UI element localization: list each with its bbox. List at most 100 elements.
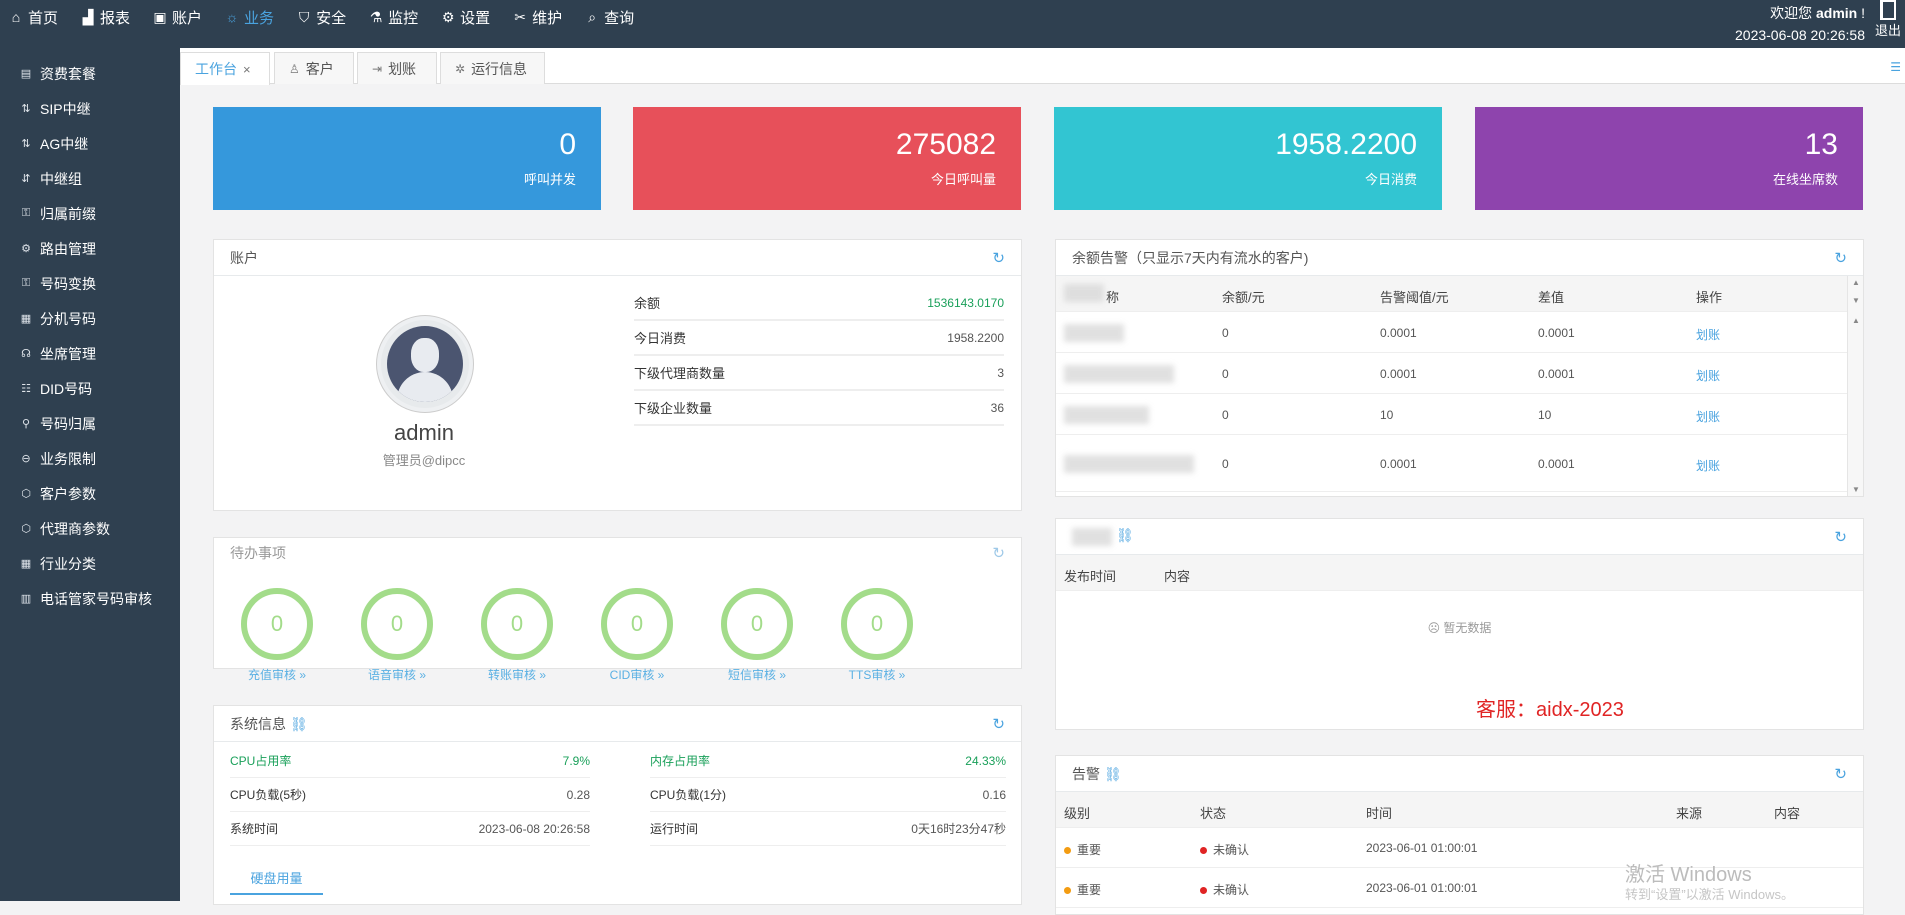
sidebar-item-label: SIP中继 — [40, 100, 91, 117]
table-header — [1056, 792, 1863, 828]
link-icon[interactable]: ⛓ — [290, 716, 308, 732]
tab-customer[interactable]: ♙ 客户 — [274, 52, 354, 84]
nav-monitor[interactable]: ⚗ 监控 — [368, 7, 418, 28]
empty-state: ☹ 暂无数据 — [1056, 619, 1863, 636]
refresh-icon[interactable]: ↻ — [1834, 249, 1847, 267]
sidebar-item[interactable]: ⚲ 号码归属 — [0, 406, 180, 441]
nav-business[interactable]: ☼ 业务 — [224, 7, 274, 28]
tab-runtime-info[interactable]: ✲ 运行信息 — [440, 52, 545, 84]
sidebar-item-label: 业务限制 — [40, 450, 96, 467]
tab-label: 工作台 — [195, 61, 237, 77]
scroll-down-icon[interactable]: ▼ — [1852, 296, 1860, 305]
column-header: 内容 — [1774, 806, 1801, 821]
nav-wrench[interactable]: ✂ 维护 — [512, 7, 562, 28]
refresh-icon[interactable]: ↻ — [992, 715, 1005, 733]
scroll-up-icon[interactable]: ▲ — [1852, 278, 1860, 287]
nav-search[interactable]: ⌕ 查询 — [584, 7, 634, 28]
refresh-icon[interactable]: ↻ — [992, 249, 1005, 267]
tab-transfer[interactable]: ⇥ 划账 — [357, 52, 437, 84]
diff-cell: 0.0001 — [1538, 457, 1575, 471]
nav-account[interactable]: ▣ 账户 — [152, 7, 202, 28]
close-icon[interactable]: × — [243, 62, 251, 77]
welcome-suffix: ! — [1861, 5, 1865, 21]
sidebar-item[interactable]: ▦ 分机号码 — [0, 301, 180, 336]
account-row-enterprises: 下级企业数量 36 — [634, 391, 1004, 426]
sys-row-memory: 内存占用率 24.33% — [650, 744, 1006, 778]
sidebar-item[interactable]: ⚿ 号码变换 — [0, 266, 180, 301]
account-row-agents: 下级代理商数量 3 — [634, 356, 1004, 391]
panel-title: 系统信息 — [230, 715, 286, 732]
sidebar-item[interactable]: ☷ DID号码 — [0, 371, 180, 406]
sidebar-item[interactable]: ⊖ 业务限制 — [0, 441, 180, 476]
sidebar-item-label: 电话管家号码审核 — [40, 590, 152, 607]
menu-icon[interactable]: ☰ — [1890, 60, 1901, 74]
transfer-link[interactable]: 划账 — [1696, 367, 1720, 384]
tab-workbench[interactable]: 工作台 × — [180, 52, 270, 85]
transfer-link[interactable]: 划账 — [1696, 457, 1720, 474]
sidebar-item[interactable]: ▥ 电话管家号码审核 — [0, 581, 180, 616]
nav-label: 设置 — [460, 9, 491, 27]
table-scrollbar[interactable]: ▲ ▼ ▲ ▼ — [1847, 276, 1863, 496]
sidebar-item[interactable]: ▤ 资费套餐 — [0, 56, 180, 91]
status-dot-icon — [1200, 847, 1207, 855]
logout-label: 退出 — [1874, 23, 1901, 38]
did-icon: ☷ — [21, 383, 31, 395]
nav-shield[interactable]: ⛉ 安全 — [296, 7, 346, 28]
sidebar-item[interactable]: ⚿ 归属前缀 — [0, 196, 180, 231]
sidebar-item-label: 号码变换 — [40, 275, 96, 292]
header-datetime: 2023-06-08 20:26:58 — [1735, 27, 1865, 43]
column-header: 状态 — [1200, 806, 1227, 821]
nav-gear[interactable]: ⚙ 设置 — [440, 7, 490, 28]
column-header: 内容 — [1164, 569, 1191, 584]
todo-link[interactable]: 短信审核 » — [702, 666, 812, 683]
scroll-down-icon[interactable]: ▼ — [1852, 485, 1860, 494]
sidebar-item[interactable]: ⚙ 路由管理 — [0, 231, 180, 266]
row-value: 1536143.0170 — [927, 295, 1004, 310]
route-icon: ⚙ — [21, 243, 31, 255]
sidebar-item-label: 中继组 — [40, 170, 82, 187]
sidebar-item[interactable]: ⬡ 客户参数 — [0, 476, 180, 511]
stat-label: 今日呼叫量 — [930, 172, 996, 187]
table-header — [1056, 276, 1863, 312]
todo-link[interactable]: 充值审核 » — [222, 666, 332, 683]
refresh-icon[interactable]: ↻ — [1834, 765, 1847, 783]
sidebar-item[interactable]: ▦ 行业分类 — [0, 546, 180, 581]
stat-value: 0 — [559, 128, 576, 161]
todo-link[interactable]: CID审核 » — [582, 666, 692, 683]
refresh-icon[interactable]: ↻ — [992, 544, 1005, 562]
customer-service-text: 客服：aidx-2023 — [1476, 699, 1624, 721]
diff-cell: 10 — [1538, 408, 1552, 422]
tab-label: 划账 — [388, 60, 417, 77]
tab-disk-usage[interactable]: 硬盘用量 — [230, 862, 323, 895]
todo-link[interactable]: TTS审核 » — [822, 666, 932, 683]
table-row: 0 0.0001 0.0001 划账 — [1056, 435, 1847, 492]
sidebar-item[interactable]: ⇵ 中继组 — [0, 161, 180, 196]
nav-home[interactable]: ⌂ 首页 — [8, 7, 58, 28]
link-icon[interactable]: ⛓ — [1104, 766, 1122, 782]
location-icon: ⚲ — [21, 418, 31, 430]
sidebar-item[interactable]: ⇅ AG中继 — [0, 126, 180, 161]
refresh-icon[interactable]: ↻ — [1834, 528, 1847, 546]
transfer-link[interactable]: 划账 — [1696, 326, 1720, 343]
row-value: 36 — [990, 400, 1004, 415]
nav-label: 账户 — [172, 9, 203, 27]
transfer-link[interactable]: 划账 — [1696, 408, 1720, 425]
logout-button[interactable]: 退出 — [1873, 0, 1903, 44]
tab-label: 客户 — [305, 60, 334, 77]
stat-card-concurrency: 0 呼叫并发 — [213, 107, 601, 210]
business-icon: ☼ — [225, 9, 239, 25]
sys-row-system-time: 系统时间 2023-06-08 20:26:58 — [230, 812, 590, 846]
sidebar-item[interactable]: ⬡ 代理商参数 — [0, 511, 180, 546]
sidebar-item[interactable]: ☊ 坐席管理 — [0, 336, 180, 371]
nav-chart[interactable]: ▟ 报表 — [80, 7, 130, 28]
nav-label: 安全 — [316, 9, 347, 27]
link-icon[interactable]: ⛓ — [1116, 527, 1134, 543]
scroll-up-icon[interactable]: ▲ — [1852, 316, 1860, 325]
todo-link[interactable]: 语音审核 » — [342, 666, 452, 683]
sidebar-item[interactable]: ⇅ SIP中继 — [0, 91, 180, 126]
todo-link[interactable]: 转账审核 » — [462, 666, 572, 683]
column-header: 发布时间 — [1064, 569, 1117, 584]
welcome-area: 欢迎您 admin ! 2023-06-08 20:26:58 — [1735, 2, 1865, 46]
sidebar-item-label: 行业分类 — [40, 555, 96, 572]
row-value: 0.16 — [982, 787, 1006, 802]
